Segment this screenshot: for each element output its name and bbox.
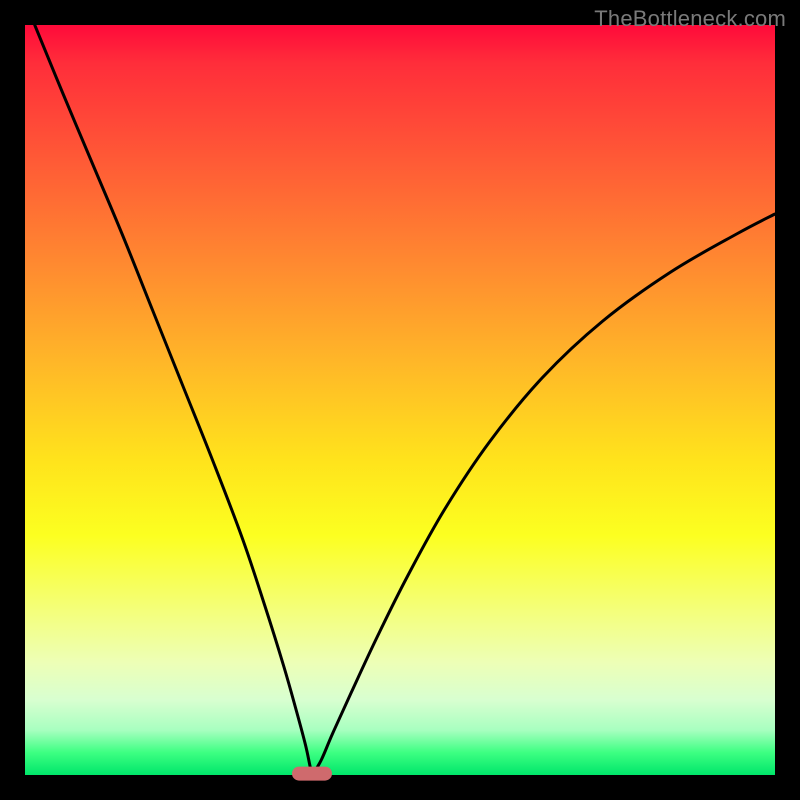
chart-plot-area — [25, 25, 775, 775]
curve-layer — [25, 25, 775, 775]
curve-right-branch — [312, 214, 775, 775]
curve-left-branch — [35, 25, 313, 775]
minimum-marker — [292, 767, 332, 781]
watermark-text: TheBottleneck.com — [594, 6, 786, 32]
